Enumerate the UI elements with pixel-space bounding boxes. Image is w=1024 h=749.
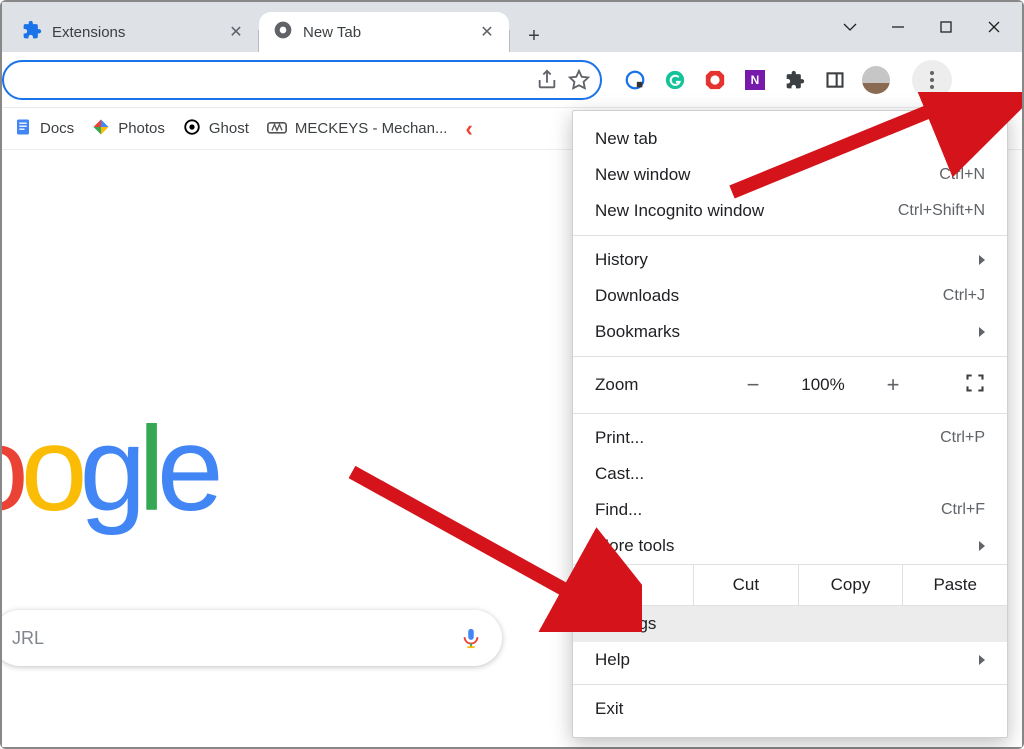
bookmark-label: Docs	[40, 120, 74, 137]
edit-label: Edit	[573, 575, 693, 595]
extension-icon-1[interactable]	[622, 67, 648, 93]
photos-icon	[92, 118, 110, 140]
fullscreen-button[interactable]	[965, 373, 985, 398]
tab-new-tab[interactable]: New Tab ✕	[259, 12, 509, 52]
close-tab-button[interactable]: ✕	[228, 24, 244, 40]
menu-print[interactable]: Print...Ctrl+P	[573, 420, 1007, 456]
side-panel-icon[interactable]	[822, 67, 848, 93]
address-bar[interactable]	[2, 60, 602, 100]
zoom-label: Zoom	[595, 375, 715, 395]
window-controls	[826, 2, 1018, 52]
submenu-arrow-icon	[979, 325, 985, 340]
adblock-icon[interactable]	[702, 67, 728, 93]
maximize-button[interactable]	[922, 7, 970, 47]
menu-downloads[interactable]: DownloadsCtrl+J	[573, 278, 1007, 314]
menu-new-window[interactable]: New windowCtrl+N	[573, 157, 1007, 193]
extension-icons: N	[622, 60, 960, 100]
voice-search-icon[interactable]	[460, 627, 482, 649]
menu-edit-row: Edit Cut Copy Paste	[573, 564, 1007, 606]
bookmark-photos[interactable]: Photos	[92, 118, 165, 140]
edit-copy[interactable]: Copy	[798, 565, 903, 605]
edit-cut[interactable]: Cut	[693, 565, 798, 605]
tab-title: New Tab	[303, 24, 361, 41]
bookmark-label: Ghost	[209, 120, 249, 137]
menu-separator	[573, 356, 1007, 357]
menu-separator	[573, 684, 1007, 685]
google-logo: oogle	[2, 400, 216, 538]
menu-separator	[573, 413, 1007, 414]
new-tab-button[interactable]: +	[518, 20, 550, 52]
share-icon[interactable]	[536, 69, 558, 91]
google-search-input[interactable]: JRL	[2, 610, 502, 666]
grammarly-icon[interactable]	[662, 67, 688, 93]
menu-zoom-row: Zoom − 100% +	[573, 363, 1007, 407]
menu-find[interactable]: Find...Ctrl+F	[573, 492, 1007, 528]
dropdown-caret-icon[interactable]	[826, 7, 874, 47]
menu-help[interactable]: Help	[573, 642, 1007, 678]
menu-bookmarks[interactable]: Bookmarks	[573, 314, 1007, 350]
chrome-icon	[273, 20, 293, 44]
menu-exit[interactable]: Exit	[573, 691, 1007, 727]
onenote-icon[interactable]: N	[742, 67, 768, 93]
ghost-icon	[183, 118, 201, 140]
zoom-value: 100%	[791, 375, 855, 395]
bookmark-label: Photos	[118, 120, 165, 137]
chevron-left-icon: ‹	[465, 116, 472, 142]
docs-icon	[14, 118, 32, 140]
search-placeholder: JRL	[12, 628, 44, 649]
meckeys-icon	[267, 119, 287, 139]
chrome-menu: New tabCtrl+T New windowCtrl+N New Incog…	[572, 110, 1008, 738]
three-dot-menu-button[interactable]	[912, 60, 952, 100]
menu-separator	[573, 235, 1007, 236]
tab-separator	[509, 30, 510, 52]
menu-new-tab[interactable]: New tabCtrl+T	[573, 121, 1007, 157]
menu-new-incognito[interactable]: New Incognito windowCtrl+Shift+N	[573, 193, 1007, 229]
extensions-puzzle-icon[interactable]	[782, 67, 808, 93]
bookmark-star-icon[interactable]	[568, 69, 590, 91]
zoom-out-button[interactable]: −	[735, 372, 771, 398]
close-window-button[interactable]	[970, 7, 1018, 47]
close-tab-button[interactable]: ✕	[479, 24, 495, 40]
bookmark-ghost[interactable]: Ghost	[183, 118, 249, 140]
toolbar: N	[2, 52, 1022, 108]
tab-strip: Extensions ✕ New Tab ✕ +	[2, 2, 1022, 52]
puzzle-icon	[22, 20, 42, 44]
edit-paste[interactable]: Paste	[902, 565, 1007, 605]
menu-more-tools[interactable]: More tools	[573, 528, 1007, 564]
submenu-arrow-icon	[979, 539, 985, 554]
profile-avatar[interactable]	[862, 66, 890, 94]
menu-settings[interactable]: Settings	[573, 606, 1007, 642]
submenu-arrow-icon	[979, 253, 985, 268]
tab-title: Extensions	[52, 24, 125, 41]
submenu-arrow-icon	[979, 653, 985, 668]
bookmark-label: MECKEYS - Mechan...	[295, 120, 448, 137]
bookmark-overflow-chevron[interactable]: ‹	[465, 116, 472, 142]
zoom-in-button[interactable]: +	[875, 372, 911, 398]
bookmark-meckeys[interactable]: MECKEYS - Mechan...	[267, 119, 448, 139]
minimize-button[interactable]	[874, 7, 922, 47]
menu-cast[interactable]: Cast...	[573, 456, 1007, 492]
menu-history[interactable]: History	[573, 242, 1007, 278]
bookmark-docs[interactable]: Docs	[14, 118, 74, 140]
tab-extensions[interactable]: Extensions ✕	[8, 12, 258, 52]
